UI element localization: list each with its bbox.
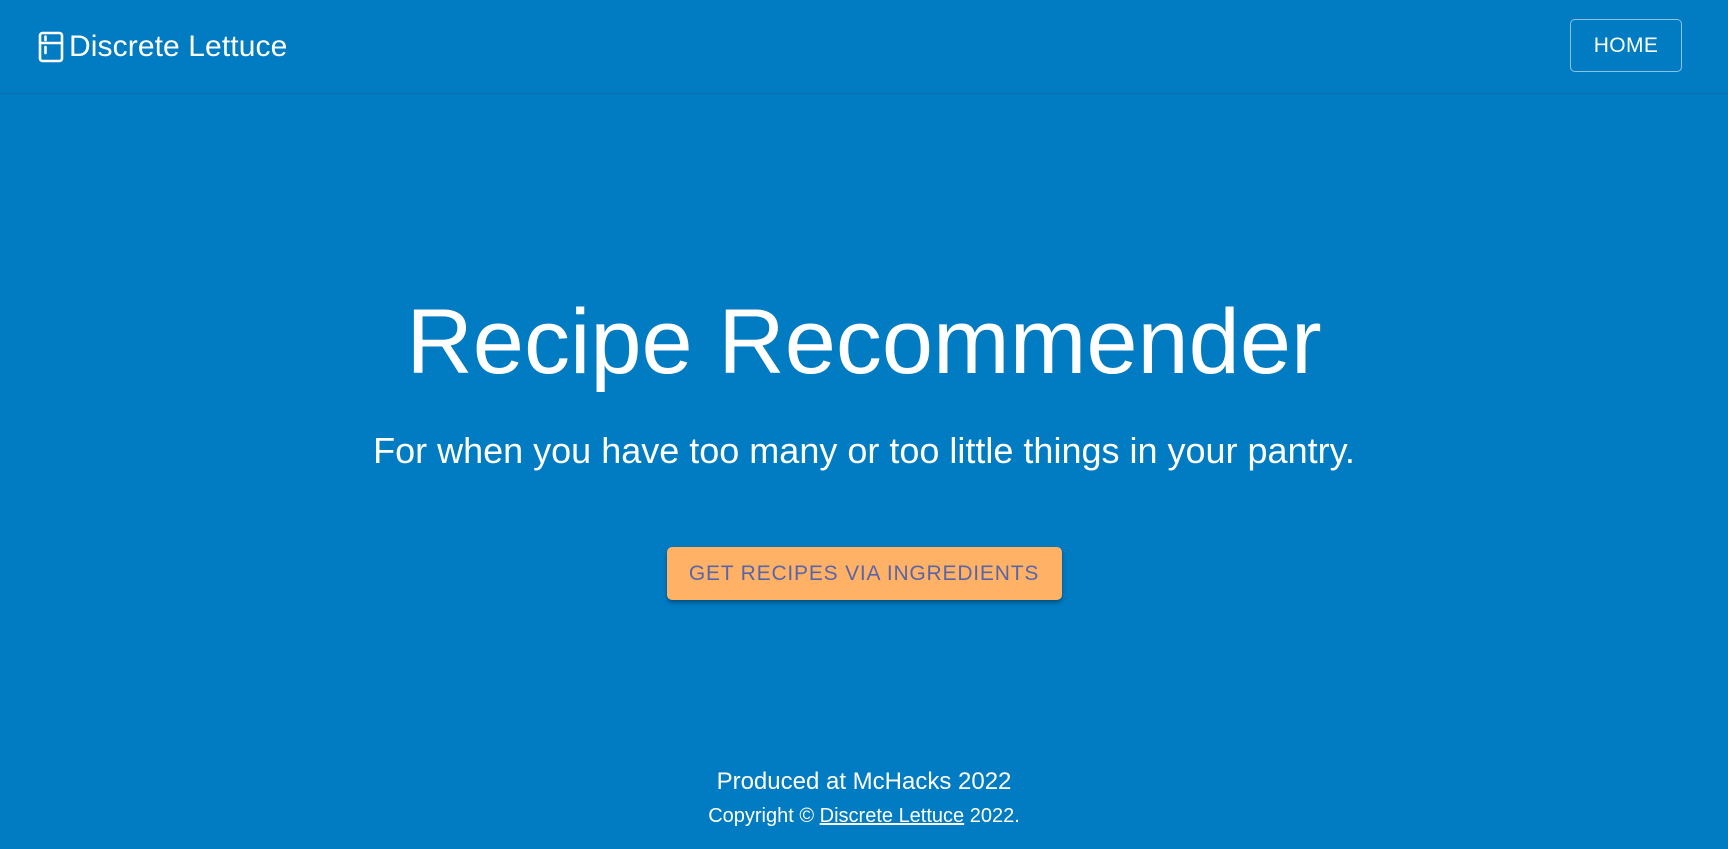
- page-subtitle: For when you have too many or too little…: [373, 430, 1355, 471]
- copyright-link[interactable]: Discrete Lettuce: [820, 805, 965, 827]
- cta-container: GET RECIPES VIA INGREDIENTS: [0, 547, 1728, 600]
- top-navbar: Discrete Lettuce HOME: [0, 0, 1728, 94]
- produced-at-text: Produced at McHacks 2022: [716, 768, 1012, 795]
- copyright-prefix: Copyright ©: [708, 805, 820, 827]
- home-button[interactable]: HOME: [1570, 19, 1682, 72]
- page-title: Recipe Recommender: [406, 291, 1322, 393]
- copyright-text: Copyright © Discrete Lettuce 2022.: [0, 801, 1728, 831]
- brand-name: Discrete Lettuce: [69, 30, 288, 63]
- page-footer: Produced at McHacks 2022 Copyright © Dis…: [0, 765, 1728, 831]
- brand-logo-link[interactable]: Discrete Lettuce: [38, 27, 287, 67]
- copyright-suffix: 2022.: [964, 805, 1020, 827]
- fridge-icon: [38, 31, 64, 63]
- get-recipes-button[interactable]: GET RECIPES VIA INGREDIENTS: [666, 547, 1062, 600]
